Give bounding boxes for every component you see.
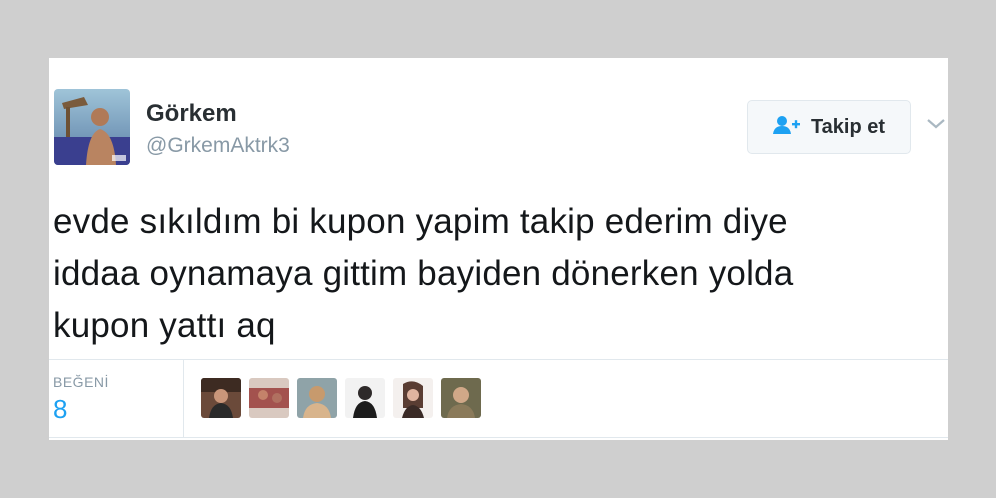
display-name[interactable]: Görkem bbox=[146, 100, 237, 128]
liker-avatar-icon[interactable] bbox=[345, 378, 385, 418]
tweet-stats: BEĞENİ 8 bbox=[49, 359, 948, 438]
liker-avatar-icon[interactable] bbox=[201, 378, 241, 418]
tweet-card: Görkem @GrkemAktrk3 Takip et evde sıkıld… bbox=[49, 58, 948, 440]
user-handle[interactable]: @GrkemAktrk3 bbox=[146, 134, 290, 158]
liker-avatar-icon[interactable] bbox=[393, 378, 433, 418]
tweet-line: iddaa oynamaya gittim bayiden dönerken y… bbox=[53, 254, 794, 293]
likes-label: BEĞENİ bbox=[53, 374, 109, 390]
liker-avatar-icon[interactable] bbox=[249, 378, 289, 418]
follow-button-label: Takip et bbox=[810, 115, 886, 138]
user-avatar[interactable] bbox=[54, 89, 130, 165]
likes-count[interactable]: 8 bbox=[53, 394, 67, 425]
add-user-icon bbox=[772, 115, 801, 140]
liker-avatars bbox=[201, 378, 481, 418]
stats-divider bbox=[183, 360, 184, 437]
tweet-text: evde sıkıldım bi kupon yapim takip ederi… bbox=[53, 196, 945, 352]
liker-avatar-icon[interactable] bbox=[297, 378, 337, 418]
tweet-line: evde sıkıldım bi kupon yapim takip ederi… bbox=[53, 202, 788, 241]
tweet-line: kupon yattı aq bbox=[53, 306, 276, 345]
liker-avatar-icon[interactable] bbox=[441, 378, 481, 418]
follow-button[interactable]: Takip et bbox=[747, 100, 911, 154]
chevron-down-icon[interactable] bbox=[925, 116, 947, 132]
